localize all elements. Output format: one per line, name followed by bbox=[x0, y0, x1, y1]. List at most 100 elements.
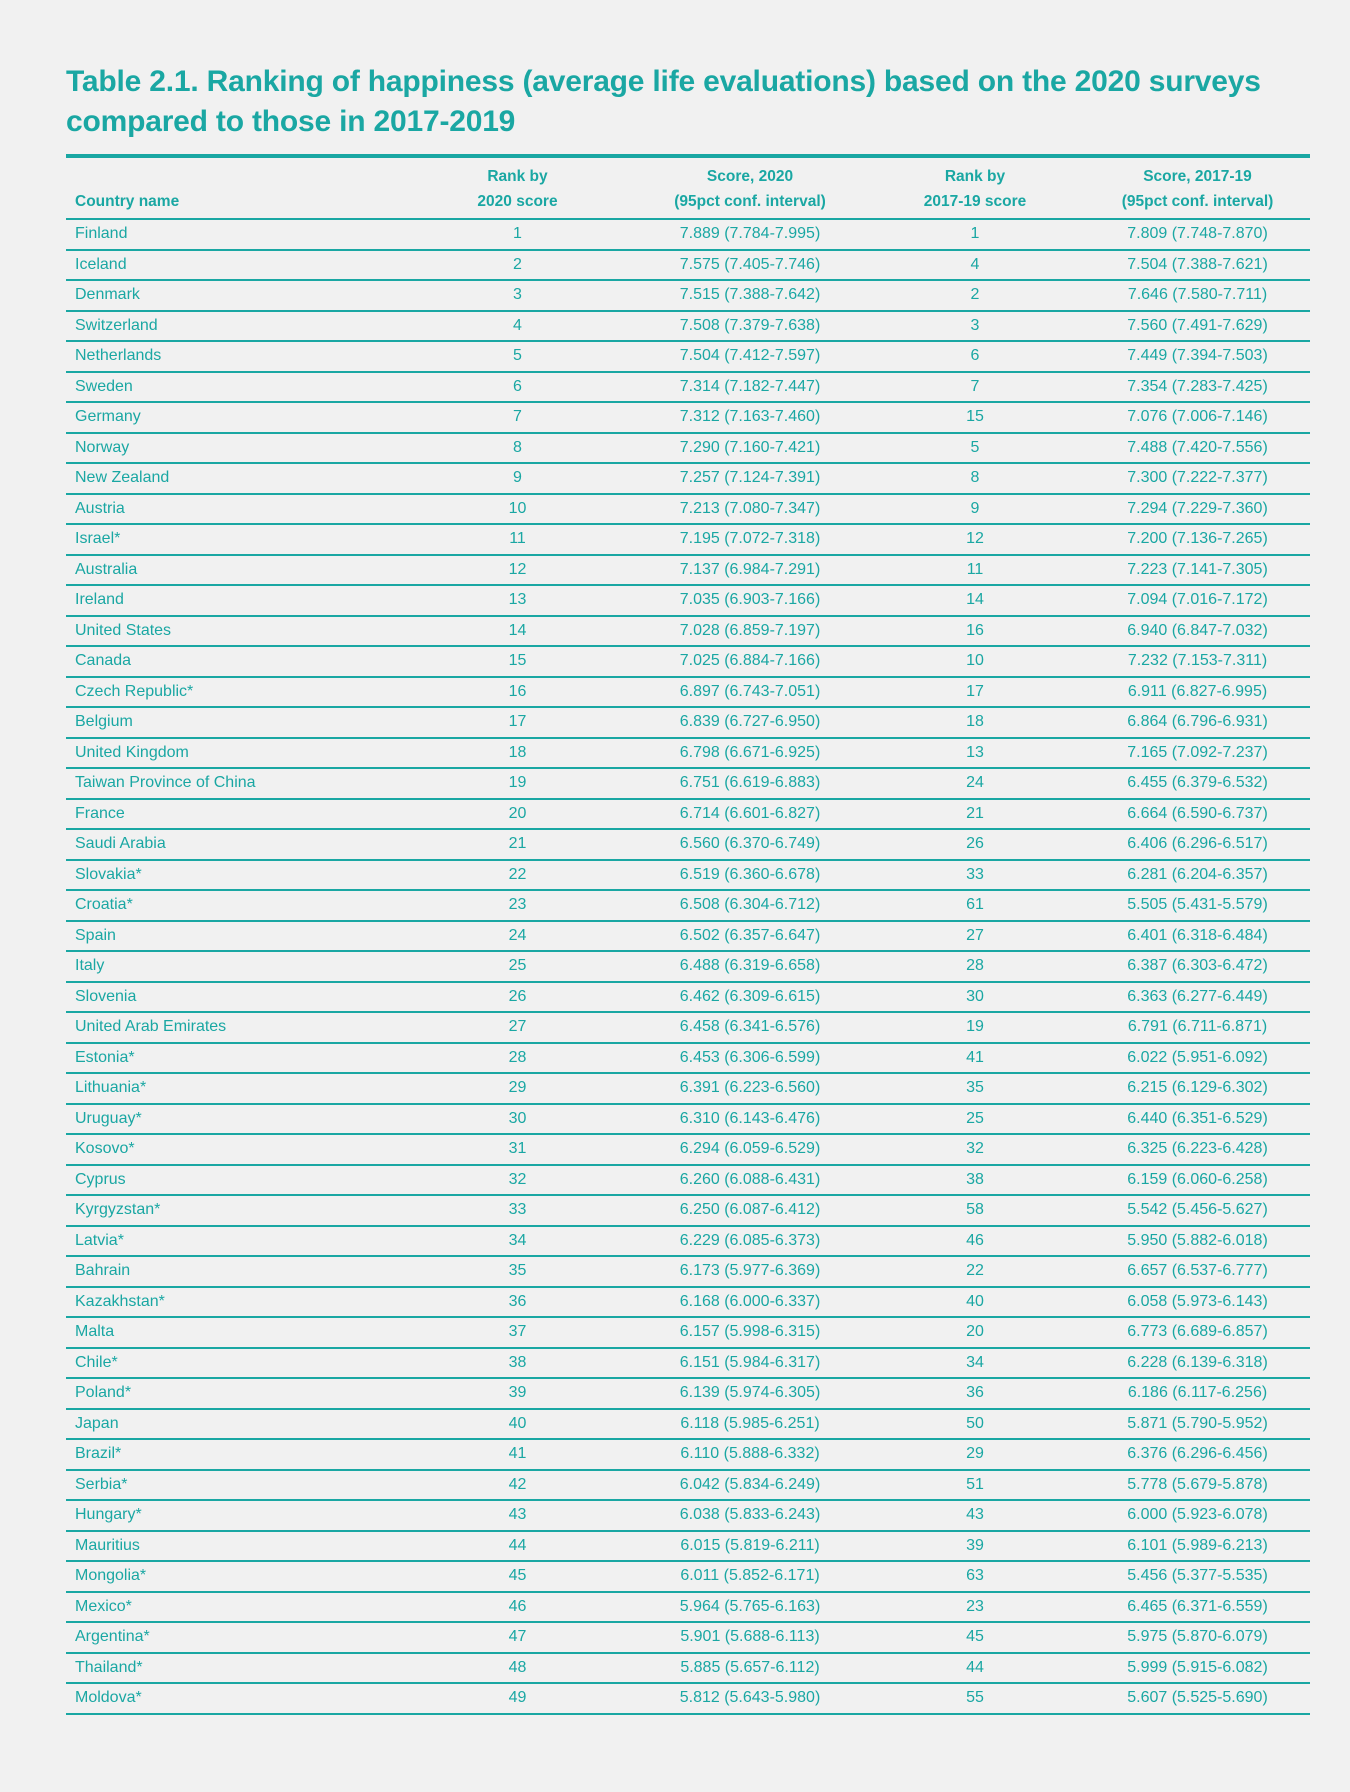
table-row: United States 14 7.028 (6.859-7.197) 16 6.94… bbox=[66, 615, 1310, 647]
score-2020-cell: 6.250 (6.087-6.412) bbox=[635, 1195, 865, 1227]
rank-2020-cell: 9 bbox=[400, 463, 635, 495]
rank-2017-19-cell: 21 bbox=[865, 798, 1085, 830]
score-2017-19-cell: 5.999 (5.915-6.082) bbox=[1085, 1652, 1310, 1684]
rank-2020-cell: 23 bbox=[400, 890, 635, 922]
score-2017-19-cell: 7.809 (7.748-7.870) bbox=[1085, 219, 1310, 251]
rank-2017-19-cell: 40 bbox=[865, 1286, 1085, 1318]
table-row: Netherlands 5 7.504 (7.412-7.597) 6 7.449 (7… bbox=[66, 341, 1310, 373]
rank-2017-19-cell: 39 bbox=[865, 1530, 1085, 1562]
rank-2017-19-cell: 26 bbox=[865, 829, 1085, 861]
score-2017-19-cell: 5.607 (5.525-5.690) bbox=[1085, 1683, 1310, 1715]
rank-2020-cell: 46 bbox=[400, 1591, 635, 1623]
table-row: Sweden 6 7.314 (7.182-7.447) 7 7.354 (7.283-… bbox=[66, 371, 1310, 403]
table-row: Kazakhstan* 36 6.168 (6.000-6.337) 40 6.058 … bbox=[66, 1286, 1310, 1318]
score-2017-19-cell: 6.664 (6.590-6.737) bbox=[1085, 798, 1310, 830]
score-2017-19-cell: 6.911 (6.827-6.995) bbox=[1085, 676, 1310, 708]
rank-2017-19-cell: 22 bbox=[865, 1256, 1085, 1288]
table-row: Moldova* 49 5.812 (5.643-5.980) 55 5.607 (5.… bbox=[66, 1683, 1310, 1715]
country-name-cell: Norway bbox=[66, 432, 400, 464]
score-2017-19-cell: 7.449 (7.394-7.503) bbox=[1085, 341, 1310, 373]
table-row: Austria 10 7.213 (7.080-7.347) 9 7.294 (7.22… bbox=[66, 493, 1310, 525]
table-row: Mongolia* 45 6.011 (5.852-6.171) 63 5.456 (5… bbox=[66, 1561, 1310, 1593]
score-2017-19-cell: 5.871 (5.790-5.952) bbox=[1085, 1408, 1310, 1440]
score-2020-cell: 6.294 (6.059-6.529) bbox=[635, 1134, 865, 1166]
score-2017-19-cell: 7.354 (7.283-7.425) bbox=[1085, 371, 1310, 403]
rank-2020-cell: 1 bbox=[400, 219, 635, 251]
score-2017-19-cell: 6.465 (6.371-6.559) bbox=[1085, 1591, 1310, 1623]
rank-2020-cell: 34 bbox=[400, 1225, 635, 1257]
rank-2020-cell: 47 bbox=[400, 1622, 635, 1654]
rank-2017-19-cell: 23 bbox=[865, 1591, 1085, 1623]
header-country-name: Country name bbox=[66, 156, 400, 220]
rank-2020-cell: 5 bbox=[400, 341, 635, 373]
rank-2017-19-cell: 58 bbox=[865, 1195, 1085, 1227]
score-2017-19-cell: 7.200 (7.136-7.265) bbox=[1085, 524, 1310, 556]
country-name-cell: Chile* bbox=[66, 1347, 400, 1379]
score-2020-cell: 7.290 (7.160-7.421) bbox=[635, 432, 865, 464]
score-2017-19-cell: 7.504 (7.388-7.621) bbox=[1085, 249, 1310, 281]
score-2017-19-cell: 5.778 (5.679-5.878) bbox=[1085, 1469, 1310, 1501]
table-row: Latvia* 34 6.229 (6.085-6.373) 46 5.950 (5.8… bbox=[66, 1225, 1310, 1257]
score-2020-cell: 6.453 (6.306-6.599) bbox=[635, 1042, 865, 1074]
table-row: Czech Republic* 16 6.897 (6.743-7.051) 17 6.… bbox=[66, 676, 1310, 708]
table-row: Serbia* 42 6.042 (5.834-6.249) 51 5.778 (5.6… bbox=[66, 1469, 1310, 1501]
score-2020-cell: 6.508 (6.304-6.712) bbox=[635, 890, 865, 922]
country-name-cell: United Arab Emirates bbox=[66, 1012, 400, 1044]
table-row: Denmark 3 7.515 (7.388-7.642) 2 7.646 (7.580… bbox=[66, 280, 1310, 312]
header-rank-2020: Rank by 2020 score bbox=[400, 156, 635, 220]
score-2017-19-cell: 6.387 (6.303-6.472) bbox=[1085, 951, 1310, 983]
table-row: Argentina* 47 5.901 (5.688-6.113) 45 5.975 (… bbox=[66, 1622, 1310, 1654]
table-header-row: Country name Rank by 2020 score Score, 20… bbox=[66, 156, 1310, 220]
country-name-cell: Spain bbox=[66, 920, 400, 952]
score-2017-19-cell: 6.363 (6.277-6.449) bbox=[1085, 981, 1310, 1013]
country-name-cell: Uruguay* bbox=[66, 1103, 400, 1135]
country-name-cell: Slovakia* bbox=[66, 859, 400, 891]
score-2017-19-cell: 6.101 (5.989-6.213) bbox=[1085, 1530, 1310, 1562]
table-row: United Arab Emirates 27 6.458 (6.341-6.576… bbox=[66, 1012, 1310, 1044]
score-2020-cell: 7.575 (7.405-7.746) bbox=[635, 249, 865, 281]
country-name-cell: Netherlands bbox=[66, 341, 400, 373]
header-score-2020: Score, 2020 (95pct conf. interval) bbox=[635, 156, 865, 220]
rank-2020-cell: 20 bbox=[400, 798, 635, 830]
score-2020-cell: 6.118 (5.985-6.251) bbox=[635, 1408, 865, 1440]
rank-2020-cell: 11 bbox=[400, 524, 635, 556]
rank-2017-19-cell: 25 bbox=[865, 1103, 1085, 1135]
rank-2017-19-cell: 19 bbox=[865, 1012, 1085, 1044]
score-2017-19-cell: 7.488 (7.420-7.556) bbox=[1085, 432, 1310, 464]
rank-2020-cell: 6 bbox=[400, 371, 635, 403]
rank-2017-19-cell: 32 bbox=[865, 1134, 1085, 1166]
table-row: Estonia* 28 6.453 (6.306-6.599) 41 6.022 (5.… bbox=[66, 1042, 1310, 1074]
rank-2020-cell: 22 bbox=[400, 859, 635, 891]
rank-2017-19-cell: 6 bbox=[865, 341, 1085, 373]
rank-2017-19-cell: 55 bbox=[865, 1683, 1085, 1715]
score-2017-19-cell: 6.186 (6.117-6.256) bbox=[1085, 1378, 1310, 1410]
table-row: Finland 1 7.889 (7.784-7.995) 1 7.809 (7.748… bbox=[66, 219, 1310, 251]
country-name-cell: Israel* bbox=[66, 524, 400, 556]
rank-2017-19-cell: 12 bbox=[865, 524, 1085, 556]
rank-2020-cell: 4 bbox=[400, 310, 635, 342]
table-title: Table 2.1. Ranking of happiness (average… bbox=[66, 65, 1261, 138]
rank-2020-cell: 19 bbox=[400, 768, 635, 800]
table-row: Canada 15 7.025 (6.884-7.166) 10 7.232 (7.15… bbox=[66, 646, 1310, 678]
country-name-cell: Belgium bbox=[66, 707, 400, 739]
score-2020-cell: 6.042 (5.834-6.249) bbox=[635, 1469, 865, 1501]
rank-2017-19-cell: 35 bbox=[865, 1073, 1085, 1105]
rank-2020-cell: 17 bbox=[400, 707, 635, 739]
country-name-cell: Canada bbox=[66, 646, 400, 678]
country-name-cell: Argentina* bbox=[66, 1622, 400, 1654]
country-name-cell: Kosovo* bbox=[66, 1134, 400, 1166]
rank-2020-cell: 39 bbox=[400, 1378, 635, 1410]
rank-2020-cell: 41 bbox=[400, 1439, 635, 1471]
rank-2020-cell: 2 bbox=[400, 249, 635, 281]
score-2017-19-cell: 6.215 (6.129-6.302) bbox=[1085, 1073, 1310, 1105]
rank-2017-19-cell: 18 bbox=[865, 707, 1085, 739]
country-name-cell: Slovenia bbox=[66, 981, 400, 1013]
table-row: United Kingdom 18 6.798 (6.671-6.925) 13 7.1… bbox=[66, 737, 1310, 769]
score-2017-19-cell: 6.455 (6.379-6.532) bbox=[1085, 768, 1310, 800]
header-rank-2017-19: Rank by 2017-19 score bbox=[865, 156, 1085, 220]
country-name-cell: Kyrgyzstan* bbox=[66, 1195, 400, 1227]
score-2020-cell: 6.110 (5.888-6.332) bbox=[635, 1439, 865, 1471]
country-name-cell: United States bbox=[66, 615, 400, 647]
country-name-cell: Estonia* bbox=[66, 1042, 400, 1074]
rank-2017-19-cell: 34 bbox=[865, 1347, 1085, 1379]
